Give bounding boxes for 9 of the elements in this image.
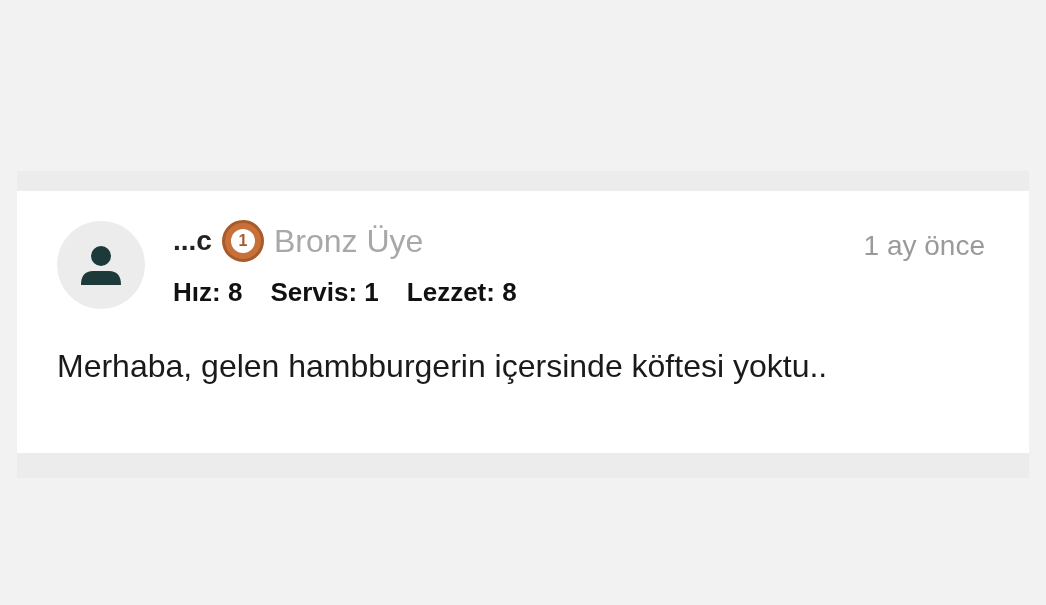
username: ...c: [173, 224, 212, 258]
rating: Hız: 8: [173, 276, 243, 309]
medal-icon: 1: [221, 220, 264, 262]
timestamp: 1 ay önce: [863, 229, 985, 263]
person-icon: [79, 243, 123, 287]
comment-text: Merhaba, gelen hambburgerin içersinde köftesi yoktu..: [57, 347, 829, 386]
rating: Lezzet: 8: [406, 276, 517, 309]
rating: Servis: 1: [270, 276, 379, 309]
member-level: Bronz Üye: [273, 222, 424, 261]
